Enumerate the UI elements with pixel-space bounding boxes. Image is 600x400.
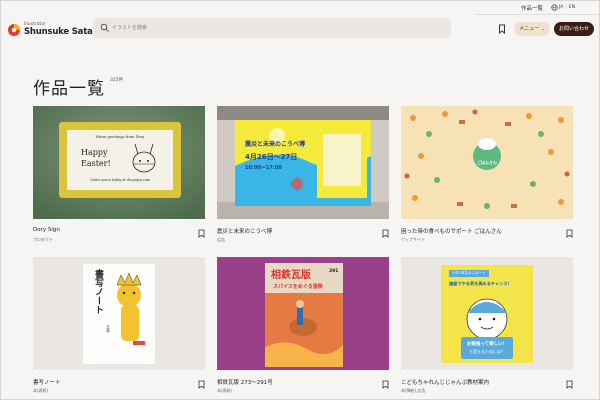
dory-footer-text: Order yours today at dorysign.com [89,178,151,182]
search-input[interactable]: イラストを検索 [93,18,451,38]
work-thumbnail[interactable]: 相鉄瓦版 291 スパイスをめぐる冒険 [217,257,389,370]
bookmark-icon[interactable] [198,229,205,238]
card-title[interactable]: 困った時の食べものサポート ごはんさん [401,227,502,235]
lang-ja[interactable]: JA [559,5,563,10]
work-thumbnail[interactable]: 書写ノート 五年 [33,257,205,370]
work-card[interactable]: 小学1年生のスタート 進級でやる気を高めるチャンス！ お勉強って楽しい！ と思え… [401,257,573,397]
search-placeholder: イラストを検索 [112,25,147,31]
card-category: 本(挿絵),広告 [401,388,426,393]
dory-line2: Easter! [81,159,111,168]
card-title[interactable]: 震災と未来のこうべ博 [217,227,272,235]
bookmark-icon[interactable] [382,380,389,389]
bookmark-icon[interactable] [198,380,205,389]
kodomo-ribbon: 小学1年生のスタート [449,270,489,277]
work-thumbnail[interactable]: Warm greetings from Dory Happy Easter! O… [33,106,205,219]
work-card[interactable]: Warm greetings from Dory Happy Easter! O… [33,106,205,246]
lang-en[interactable]: EN [569,5,575,10]
top-divider [475,14,600,15]
menu-button[interactable]: メニュー ⌄ [514,22,550,36]
bunny-illustration [132,143,156,173]
work-card[interactable]: 書写ノート 五年 書写ノート 本(表紙) [33,257,205,397]
work-count: 325件 [110,78,124,83]
logo-icon[interactable] [8,24,20,36]
card-title[interactable]: 書写ノート [33,378,61,386]
card-title[interactable]: Dory Sign [33,227,60,233]
kodomo-bubble1: お勉強って楽しい！ [466,342,508,347]
bookmark-icon[interactable] [496,23,508,35]
work-thumbnail[interactable]: 小学1年生のスタート 進級でやる気を高めるチャンス！ お勉強って楽しい！ と思え… [401,257,573,370]
card-category: ウェブサイト [401,237,425,242]
card-category: 本(表紙) [33,388,49,393]
page-title: 作品一覧 [33,79,105,99]
bookmark-icon[interactable] [566,380,573,389]
sotetsu-heading: 相鉄瓦版 [271,270,311,281]
card-title[interactable]: こどもちゃれんじじゃんぷ教材案内 [401,378,489,386]
logo-name[interactable]: Shunsuke Satake [24,27,104,37]
search-icon [100,23,109,32]
top-bar: illustrator Shunsuke Satake イラストを検索 作品一覧… [0,0,600,58]
contact-button[interactable]: お問い合わせ [554,22,594,36]
dory-line1: Happy [81,148,108,157]
works-list-link[interactable]: 作品一覧 [521,4,543,12]
work-thumbnail[interactable]: ごはんさん [401,106,573,219]
chevron-down-icon: ⌄ [540,26,545,31]
card-category: 広告 [217,237,225,242]
work-card[interactable]: 相鉄瓦版 291 スパイスをめぐる冒険 相鉄瓦版 273～291号 本(表紙) [217,257,389,397]
bookmark-icon[interactable] [566,229,573,238]
kodomo-bubble2: と思えるためには？ [469,349,505,354]
globe-icon [551,4,558,11]
card-title[interactable]: 相鉄瓦版 273～291号 [217,378,273,386]
gohan-badge: ごはんさん [477,160,497,165]
kobe-time: 10:00～17:00 [245,165,282,171]
bookmark-icon[interactable] [382,229,389,238]
language-switcher: JA | EN [559,5,576,10]
work-thumbnail[interactable]: 震災と未来のこうべ博 4月26日～27日 10:00～17:00 [217,106,389,219]
sotetsu-issue: 291 [329,269,339,274]
shosha-grade: 五年 [106,325,111,333]
kobe-date: 4月26日～27日 [245,153,298,161]
dory-header-text: Warm greetings from Dory [95,135,145,139]
shosha-title: 書写ノート [93,269,103,314]
work-card[interactable]: ごはんさん 困った時の食べものサポート ごはんさん ウェブサイト [401,106,573,246]
sotetsu-subtitle: スパイスをめぐる冒険 [273,284,323,290]
card-category: 本(表紙) [217,388,233,393]
kodomo-heading: 進級でやる気を高めるチャンス！ [449,281,512,286]
card-category: プロダクト [33,237,53,242]
kobe-heading: 震災と未来のこうべ博 [245,141,306,148]
menu-label: メニュー [519,26,540,32]
work-card[interactable]: 震災と未来のこうべ博 4月26日～27日 10:00～17:00 震災と未来のこ… [217,106,389,246]
